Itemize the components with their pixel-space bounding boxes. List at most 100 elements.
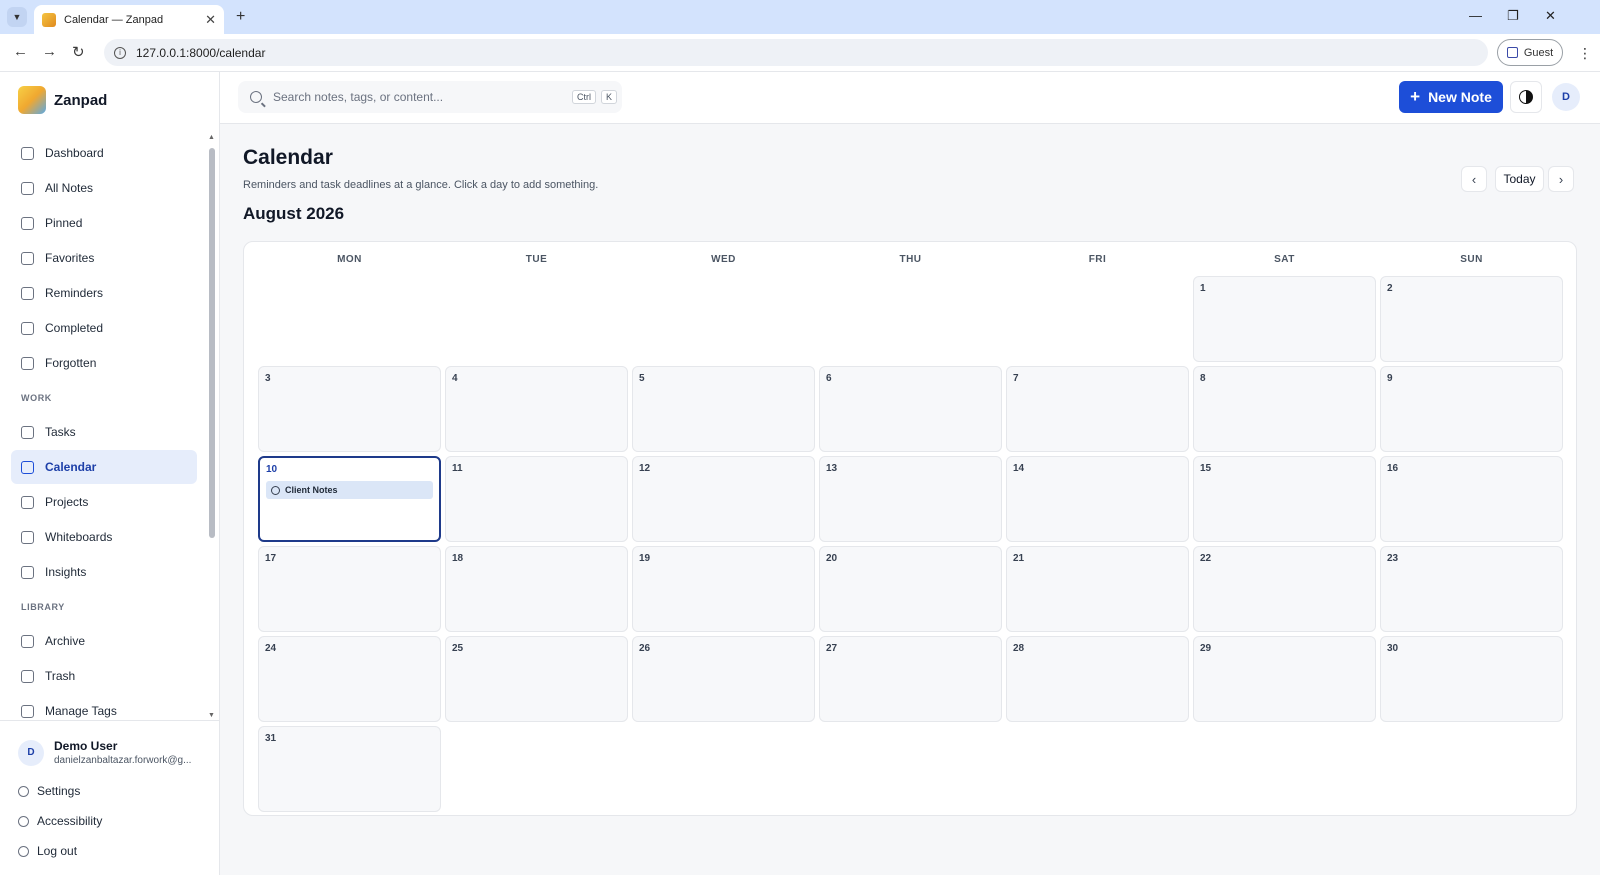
calendar-blank-cell [632, 276, 815, 362]
page-title: Calendar [243, 146, 333, 169]
calendar-day-5[interactable]: 5 [632, 366, 815, 452]
calendar-day-24[interactable]: 24 [258, 636, 441, 722]
accessibility-link[interactable]: Accessibility [0, 808, 219, 834]
gear-icon [18, 785, 29, 797]
today-button[interactable]: Today [1495, 166, 1544, 192]
sidebar-item-all-notes[interactable]: All Notes [11, 171, 197, 205]
calendar-day-19[interactable]: 19 [632, 546, 815, 632]
sidebar-item-label: Archive [45, 634, 86, 648]
calendar-day-3[interactable]: 3 [258, 366, 441, 452]
sidebar-item-label: Completed [45, 321, 104, 335]
calendar-day-6[interactable]: 6 [819, 366, 1002, 452]
calendar-day-23[interactable]: 23 [1380, 546, 1563, 632]
calendar-event[interactable]: Client Notes [266, 481, 433, 499]
next-month-button[interactable]: › [1548, 166, 1574, 192]
sidebar-item-pinned[interactable]: Pinned [11, 206, 197, 240]
calendar-day-25[interactable]: 25 [445, 636, 628, 722]
profile-button[interactable]: Guest [1497, 39, 1563, 66]
calendar-day-14[interactable]: 14 [1006, 456, 1189, 542]
user-avatar-button[interactable]: D [1552, 83, 1580, 111]
calendar-day-11[interactable]: 11 [445, 456, 628, 542]
close-tab-icon[interactable]: ✕ [205, 12, 216, 28]
sidebar-item-archive[interactable]: Archive [11, 624, 197, 658]
calendar-day-9[interactable]: 9 [1380, 366, 1563, 452]
minimize-icon[interactable]: — [1469, 8, 1482, 23]
page-subtitle: Reminders and task deadlines at a glance… [243, 179, 599, 191]
new-tab-plus-icon[interactable]: + [236, 8, 245, 26]
sidebar-item-favorites[interactable]: Favorites [11, 241, 197, 275]
sidebar-item-calendar[interactable]: Calendar [11, 450, 197, 484]
restore-icon[interactable]: ❐ [1507, 8, 1519, 24]
zanpad-logo-icon [18, 86, 46, 114]
calendar-day-4[interactable]: 4 [445, 366, 628, 452]
calendar-day-20[interactable]: 20 [819, 546, 1002, 632]
calendar-day-27[interactable]: 27 [819, 636, 1002, 722]
day-number: 8 [1200, 373, 1206, 384]
calendar-day-13[interactable]: 13 [819, 456, 1002, 542]
browser-tab[interactable]: Calendar — Zanpad ✕ [34, 5, 224, 34]
sidebar-item-completed[interactable]: Completed [11, 311, 197, 345]
sidebar-item-trash[interactable]: Trash [11, 659, 197, 693]
sidebar-scrollbar[interactable] [209, 148, 215, 538]
new-note-button[interactable]: + New Note [1399, 81, 1503, 113]
calendar-day-18[interactable]: 18 [445, 546, 628, 632]
calendar-day-7[interactable]: 7 [1006, 366, 1189, 452]
calendar-day-26[interactable]: 26 [632, 636, 815, 722]
calendar-day-10[interactable]: 10 Client Notes [258, 456, 441, 542]
calendar-day-17[interactable]: 17 [258, 546, 441, 632]
day-number: 30 [1387, 643, 1399, 654]
address-bar[interactable]: i 127.0.0.1:8000/calendar [104, 39, 1488, 66]
sidebar-item-whiteboards[interactable]: Whiteboards [11, 520, 197, 554]
sidebar-item-forgotten[interactable]: Forgotten [11, 346, 197, 380]
calendar-day-1[interactable]: 1 [1193, 276, 1376, 362]
kanban-icon [21, 495, 34, 509]
calendar-day-8[interactable]: 8 [1193, 366, 1376, 452]
sidebar-item-label: Whiteboards [45, 530, 113, 544]
scroll-down-arrow-icon[interactable]: ▼ [208, 712, 215, 719]
profile-icon [1506, 47, 1518, 58]
scroll-up-arrow-icon[interactable]: ▲ [208, 134, 215, 141]
day-number: 1 [1200, 283, 1206, 294]
calendar-day-12[interactable]: 12 [632, 456, 815, 542]
search-input[interactable]: Search notes, tags, or content... Ctrl K [238, 81, 622, 113]
calendar-day-2[interactable]: 2 [1380, 276, 1563, 362]
sidebar-item-label: Manage Tags [45, 704, 117, 718]
close-window-icon[interactable]: ✕ [1545, 8, 1556, 24]
user-name: Demo User [54, 739, 118, 753]
calendar-blank-cell [819, 276, 1002, 362]
browser-menu-icon[interactable]: ⋮ [1578, 45, 1592, 62]
avatar: D [18, 739, 44, 766]
calendar-day-21[interactable]: 21 [1006, 546, 1189, 632]
reload-icon[interactable]: ↻ [72, 43, 85, 61]
sidebar-item-label: Tasks [45, 425, 76, 439]
forward-arrow-icon[interactable]: → [42, 43, 57, 60]
calendar-day-30[interactable]: 30 [1380, 636, 1563, 722]
sidebar-item-label: Projects [45, 495, 89, 509]
calendar-day-28[interactable]: 28 [1006, 636, 1189, 722]
sidebar-item-projects[interactable]: Projects [11, 485, 197, 519]
logout-link[interactable]: Log out [0, 838, 219, 864]
calendar-day-16[interactable]: 16 [1380, 456, 1563, 542]
brand[interactable]: Zanpad [18, 86, 107, 114]
tab-search-button[interactable]: ▼ [7, 7, 27, 27]
accessibility-icon [18, 815, 29, 827]
back-arrow-icon[interactable]: ← [13, 43, 28, 60]
calendar-day-29[interactable]: 29 [1193, 636, 1376, 722]
notes-icon [21, 181, 34, 195]
sidebar-item-label: Trash [45, 669, 76, 683]
sidebar-item-reminders[interactable]: Reminders [11, 276, 197, 310]
theme-toggle-button[interactable] [1510, 81, 1542, 113]
sidebar-item-insights[interactable]: Insights [11, 555, 197, 589]
day-number: 20 [826, 553, 838, 564]
calendar-day-15[interactable]: 15 [1193, 456, 1376, 542]
user-profile[interactable]: D Demo User danielzanbaltazar.forwork@g.… [0, 739, 219, 766]
previous-month-button[interactable]: ‹ [1461, 166, 1487, 192]
trash-icon [21, 669, 34, 683]
site-info-icon[interactable]: i [114, 46, 126, 59]
settings-link[interactable]: Settings [0, 778, 219, 804]
calendar-day-22[interactable]: 22 [1193, 546, 1376, 632]
sidebar-item-tasks[interactable]: Tasks [11, 415, 197, 449]
calendar-month-view: MON TUE WED THU FRI SAT SUN 1 2 3 4 5 6 7 8 9 10 C… [243, 241, 1577, 816]
sidebar-item-dashboard[interactable]: Dashboard [11, 136, 197, 170]
calendar-day-31[interactable]: 31 [258, 726, 441, 812]
